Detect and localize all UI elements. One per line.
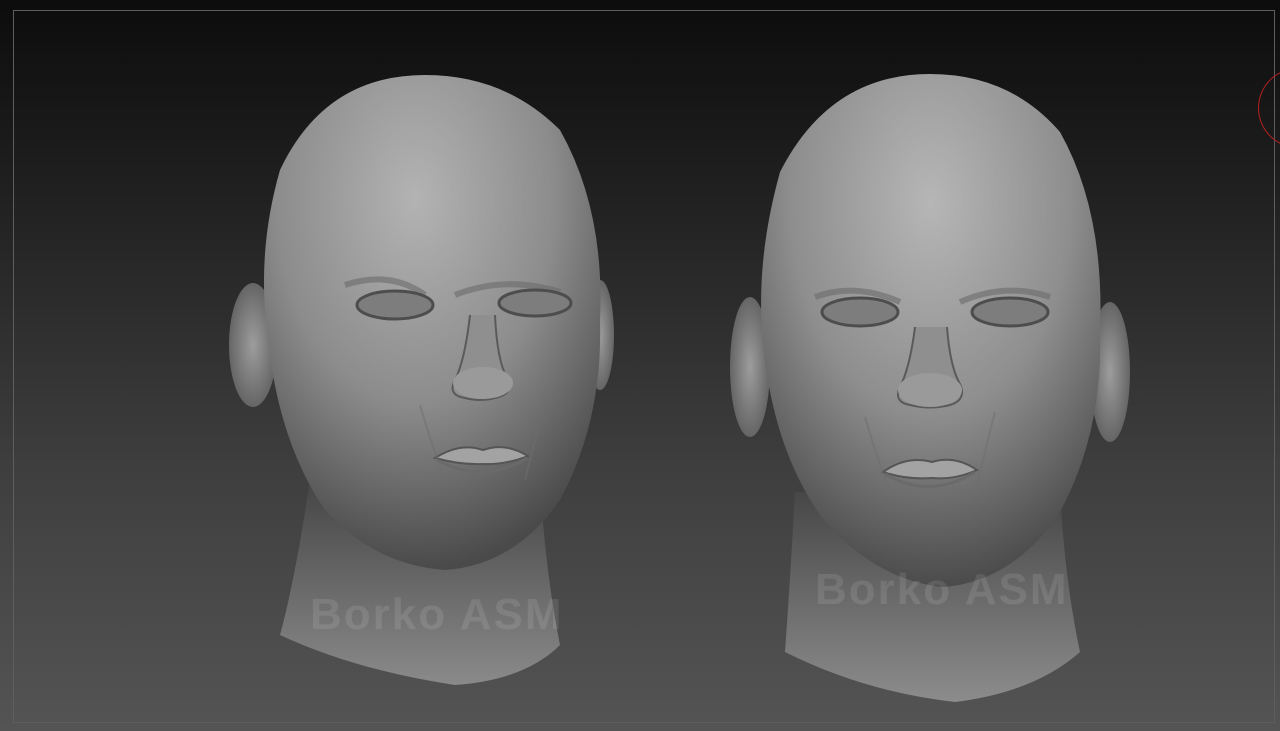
head-render-left <box>229 75 614 685</box>
sculpted-head-right[interactable] <box>715 62 1135 712</box>
head-render-right <box>730 74 1130 702</box>
rotation-gizmo-icon[interactable] <box>1258 68 1280 148</box>
document-canvas[interactable]: Borko ASM Borko ASM <box>0 0 1280 731</box>
sculpted-head-left[interactable] <box>215 60 635 710</box>
